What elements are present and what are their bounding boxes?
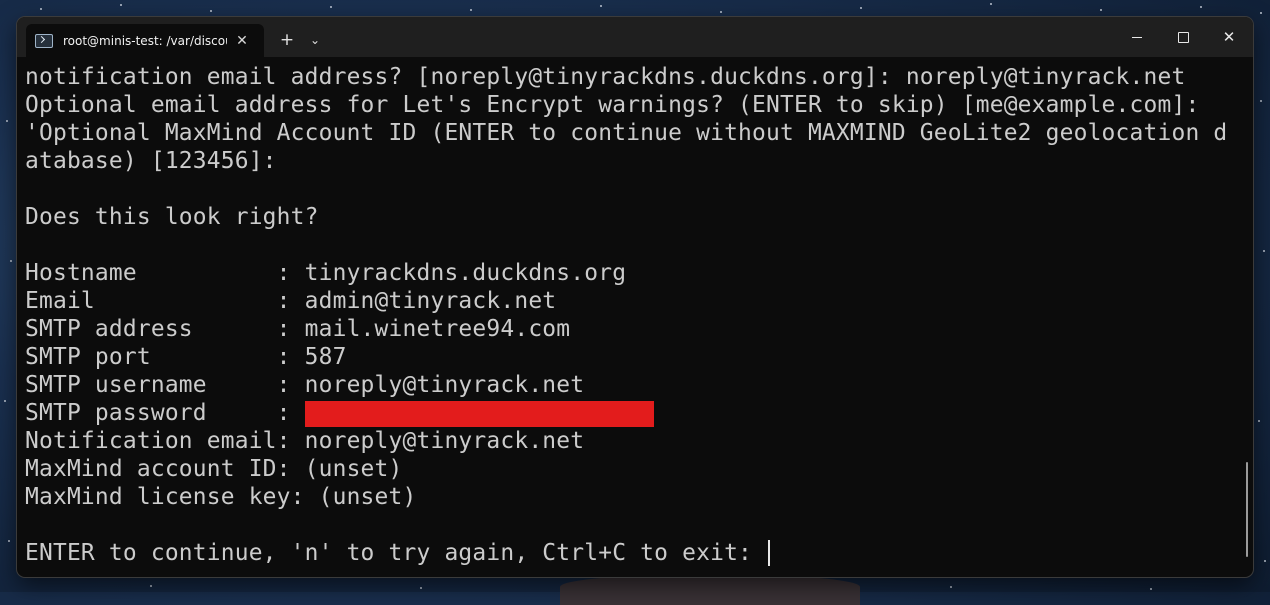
password-redaction <box>304 401 654 427</box>
star-decoration <box>120 4 122 6</box>
star-decoration <box>1264 560 1266 562</box>
terminal-output[interactable]: notification email address? [noreply@tin… <box>25 63 1235 573</box>
terminal-line: MaxMind license key: (unset) <box>25 484 417 510</box>
minimize-button[interactable] <box>1114 21 1160 53</box>
terminal-line: notification email address? [noreply@tin… <box>25 64 1186 90</box>
star-decoration <box>1150 588 1152 590</box>
star-decoration <box>1260 100 1262 102</box>
terminal-line: Optional email address for Let's Encrypt… <box>25 92 1200 118</box>
chevron-down-icon[interactable]: ⌄ <box>305 29 325 51</box>
star-decoration <box>210 10 212 12</box>
star-decoration <box>470 9 472 11</box>
star-decoration <box>330 6 332 8</box>
star-decoration <box>1263 250 1265 252</box>
star-decoration <box>950 586 952 588</box>
terminal-line: SMTP address : mail.winetree94.com <box>25 316 571 342</box>
terminal-prompt-line[interactable]: ENTER to continue, 'n' to try again, Ctr… <box>25 539 1235 567</box>
close-icon: ✕ <box>1222 27 1236 46</box>
star-decoration <box>860 7 862 9</box>
close-window-button[interactable]: ✕ <box>1206 21 1252 53</box>
star-decoration <box>720 11 722 13</box>
smtp-password-label: SMTP password : <box>25 400 305 426</box>
star-decoration <box>4 400 6 402</box>
minimize-icon <box>1132 36 1142 38</box>
star-decoration <box>1100 9 1102 11</box>
terminal-line: Does this look right? <box>25 204 319 230</box>
star-decoration <box>1260 12 1262 14</box>
scrollbar[interactable] <box>1246 462 1248 557</box>
powershell-icon <box>35 33 53 48</box>
terminal-line: Email : admin@tinyrack.net <box>25 288 557 314</box>
star-decoration <box>1258 420 1260 422</box>
terminal-tab[interactable]: root@minis-test: /var/discour ✕ <box>26 24 264 57</box>
new-tab-button[interactable]: + <box>275 29 299 51</box>
terminal-line: Hostname : tinyrackdns.duckdns.org <box>25 260 627 286</box>
star-decoration <box>10 260 12 262</box>
star-decoration <box>420 587 422 589</box>
star-decoration <box>150 585 152 587</box>
star-decoration <box>40 8 42 10</box>
star-decoration <box>6 120 8 122</box>
star-decoration <box>990 3 992 5</box>
star-decoration <box>8 540 10 542</box>
terminal-line-smtp-password: SMTP password : <box>25 399 1235 427</box>
terminal-line: 'Optional MaxMind Account ID (ENTER to c… <box>25 120 1228 146</box>
tab-title: root@minis-test: /var/discour <box>63 33 227 48</box>
terminal-line: SMTP username : noreply@tinyrack.net <box>25 372 585 398</box>
star-decoration <box>600 5 602 7</box>
terminal-line: Notification email: noreply@tinyrack.net <box>25 428 585 454</box>
star-decoration <box>1200 6 1202 8</box>
terminal-line: atabase) [123456]: <box>25 148 277 174</box>
title-bar[interactable]: root@minis-test: /var/discour ✕ + ⌄ ✕ <box>17 17 1253 57</box>
terminal-line: SMTP port : 587 <box>25 344 347 370</box>
terminal-window: root@minis-test: /var/discour ✕ + ⌄ ✕ no… <box>17 17 1253 577</box>
maximize-button[interactable] <box>1160 21 1206 53</box>
wallpaper-silhouette <box>560 575 860 605</box>
tab-close-icon[interactable]: ✕ <box>233 33 251 49</box>
terminal-line: MaxMind account ID: (unset) <box>25 456 403 482</box>
maximize-icon <box>1177 31 1189 43</box>
prompt-text: ENTER to continue, 'n' to try again, Ctr… <box>25 540 767 566</box>
text-cursor <box>768 540 771 566</box>
